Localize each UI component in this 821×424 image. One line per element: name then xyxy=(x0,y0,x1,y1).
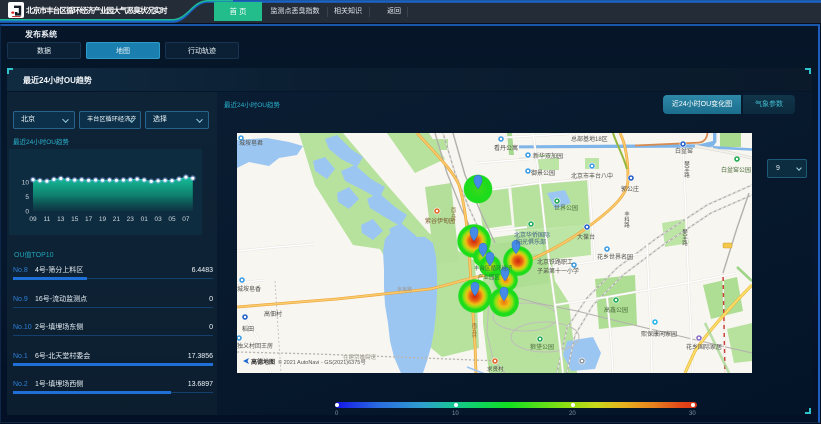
svg-text:独义村回王房: 独义村回王房 xyxy=(237,342,273,350)
svg-text:西五环: 西五环 xyxy=(450,207,456,223)
svg-text:21: 21 xyxy=(113,216,121,223)
svg-text:大葆台: 大葆台 xyxy=(577,233,595,241)
svg-text:樊羊路: 樊羊路 xyxy=(683,160,690,179)
svg-text:09: 09 xyxy=(29,216,37,223)
svg-text:13: 13 xyxy=(57,216,65,223)
svg-text:01: 01 xyxy=(141,216,149,223)
svg-text:看丹公寓: 看丹公寓 xyxy=(494,144,518,152)
svg-text:熙保康闲家园: 熙保康闲家园 xyxy=(641,330,677,338)
svg-text:0: 0 xyxy=(25,209,29,216)
svg-text:城垵皂君: 城垵皂君 xyxy=(239,139,263,147)
svg-text:新华双加园: 新华双加园 xyxy=(533,152,563,160)
svg-text:阳光俱乐部: 阳光俱乐部 xyxy=(516,238,546,246)
svg-text:北京华侨国际: 北京华侨国际 xyxy=(514,231,550,239)
svg-text:北京铁路职工: 北京铁路职工 xyxy=(537,258,573,266)
svg-text:高佃村: 高佃村 xyxy=(264,310,282,318)
svg-text:白盆窑公园: 白盆窑公园 xyxy=(721,166,751,174)
svg-text:03: 03 xyxy=(154,216,162,223)
svg-text:11: 11 xyxy=(44,216,51,223)
svg-text:白盆窑: 白盆窑 xyxy=(675,147,693,155)
svg-text:总部基地18区: 总部基地18区 xyxy=(571,135,608,143)
svg-text:高鑫公园: 高鑫公园 xyxy=(604,306,628,314)
svg-text:求贤村: 求贤村 xyxy=(487,365,504,373)
svg-text:城垵皂香: 城垵皂香 xyxy=(237,285,261,293)
svg-text:23: 23 xyxy=(127,216,135,223)
svg-text:10: 10 xyxy=(22,180,30,187)
svg-text:花乡国际家居: 花乡国际家居 xyxy=(686,343,722,351)
svg-text:5: 5 xyxy=(25,194,29,201)
svg-text:07: 07 xyxy=(182,216,190,223)
svg-text:05: 05 xyxy=(168,216,176,223)
svg-text:15: 15 xyxy=(71,216,79,223)
svg-text:丰台区循环经济: 丰台区循环经济 xyxy=(474,264,513,272)
svg-text:稻田: 稻田 xyxy=(242,325,254,333)
svg-text:花乡世界名园: 花乡世界名园 xyxy=(597,253,633,261)
svg-text:狼垡公园: 狼垡公园 xyxy=(530,343,554,351)
svg-text:樊羊路: 樊羊路 xyxy=(681,228,688,247)
svg-text:17: 17 xyxy=(85,216,93,223)
svg-text:京良路: 京良路 xyxy=(397,286,412,293)
svg-text:© 2021 AutoNavi - GS(2021)6375: © 2021 AutoNavi - GS(2021)6375号 xyxy=(278,359,366,366)
svg-text:北京市丰台八中: 北京市丰台八中 xyxy=(571,172,613,180)
svg-text:南五环: 南五环 xyxy=(471,322,477,339)
svg-text:子弟第十一小学: 子弟第十一小学 xyxy=(537,267,579,275)
svg-text:御景公园: 御景公园 xyxy=(531,169,555,177)
svg-text:世界公园: 世界公园 xyxy=(554,204,578,212)
svg-text:丰科路: 丰科路 xyxy=(623,210,630,229)
svg-text:郭公庄: 郭公庄 xyxy=(621,185,639,193)
svg-text:高德地图: 高德地图 xyxy=(251,358,275,366)
svg-text:产业园区: 产业园区 xyxy=(478,273,501,281)
svg-text:19: 19 xyxy=(99,216,107,223)
